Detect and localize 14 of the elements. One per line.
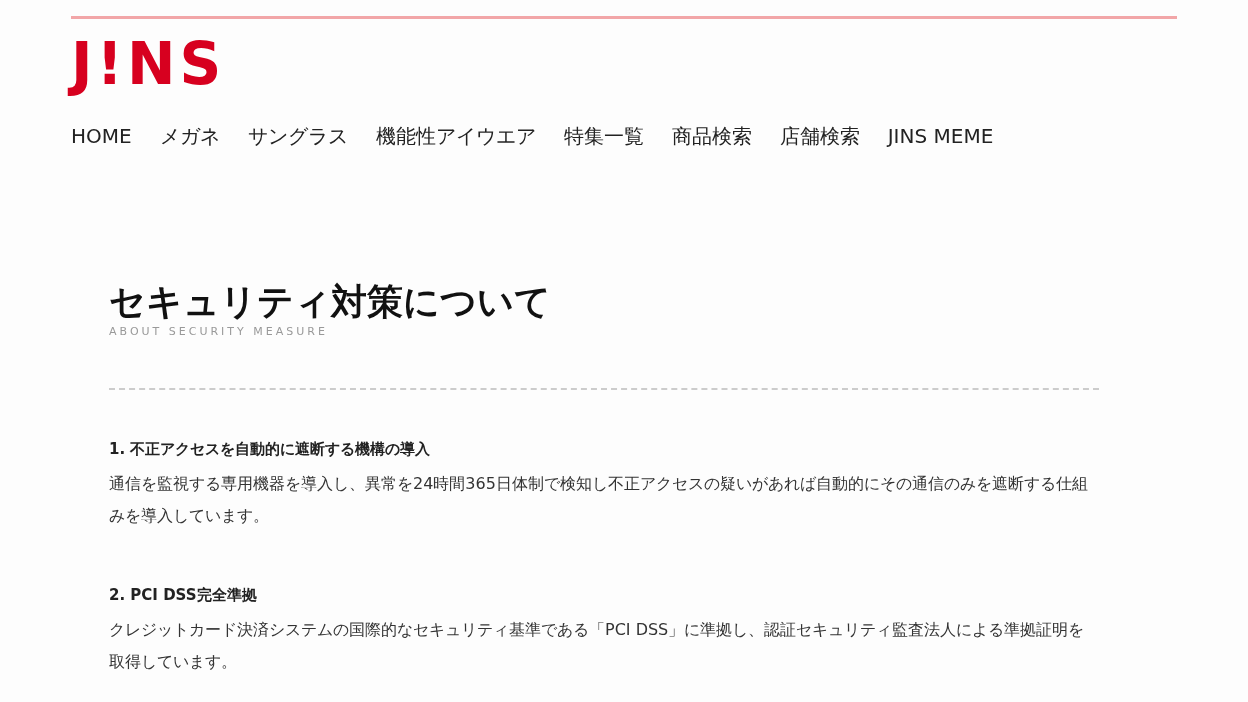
nav-link[interactable]: 商品検索 [671,123,752,149]
nav-link[interactable]: 特集一覧 [563,123,644,149]
nav-link[interactable]: 機能性アイウエア [375,123,536,149]
page-title: セキュリティ対策について [109,281,551,323]
page-subtitle: ABOUT SECURITY MEASURE [109,325,328,338]
section-text: 通信を監視する専用機器を導入し、異常を24時間365日体制で検知し不正アクセスの疑いがあれば自動的にその通信のみを遮断する仕組みを導入しています。 [109,473,1089,527]
nav-link[interactable]: 店舗検索 [779,123,860,149]
nav-link[interactable]: HOME [71,123,132,149]
section-text: クレジットカード決済システムの国際的なセキュリティ基準である「PCI DSS」に準拠し、認証セキュリティ監査法人による準拠証明を取得しています。 [109,619,1086,673]
nav-link[interactable]: サングラス [247,123,348,149]
nav-link[interactable]: JINS MEME [887,123,994,149]
section-heading: 2. PCI DSS完全準拠 [109,585,257,606]
nav-link[interactable]: メガネ [159,123,220,149]
section-heading: 1. 不正アクセスを自動的に遮断する機構の導入 [109,439,431,460]
